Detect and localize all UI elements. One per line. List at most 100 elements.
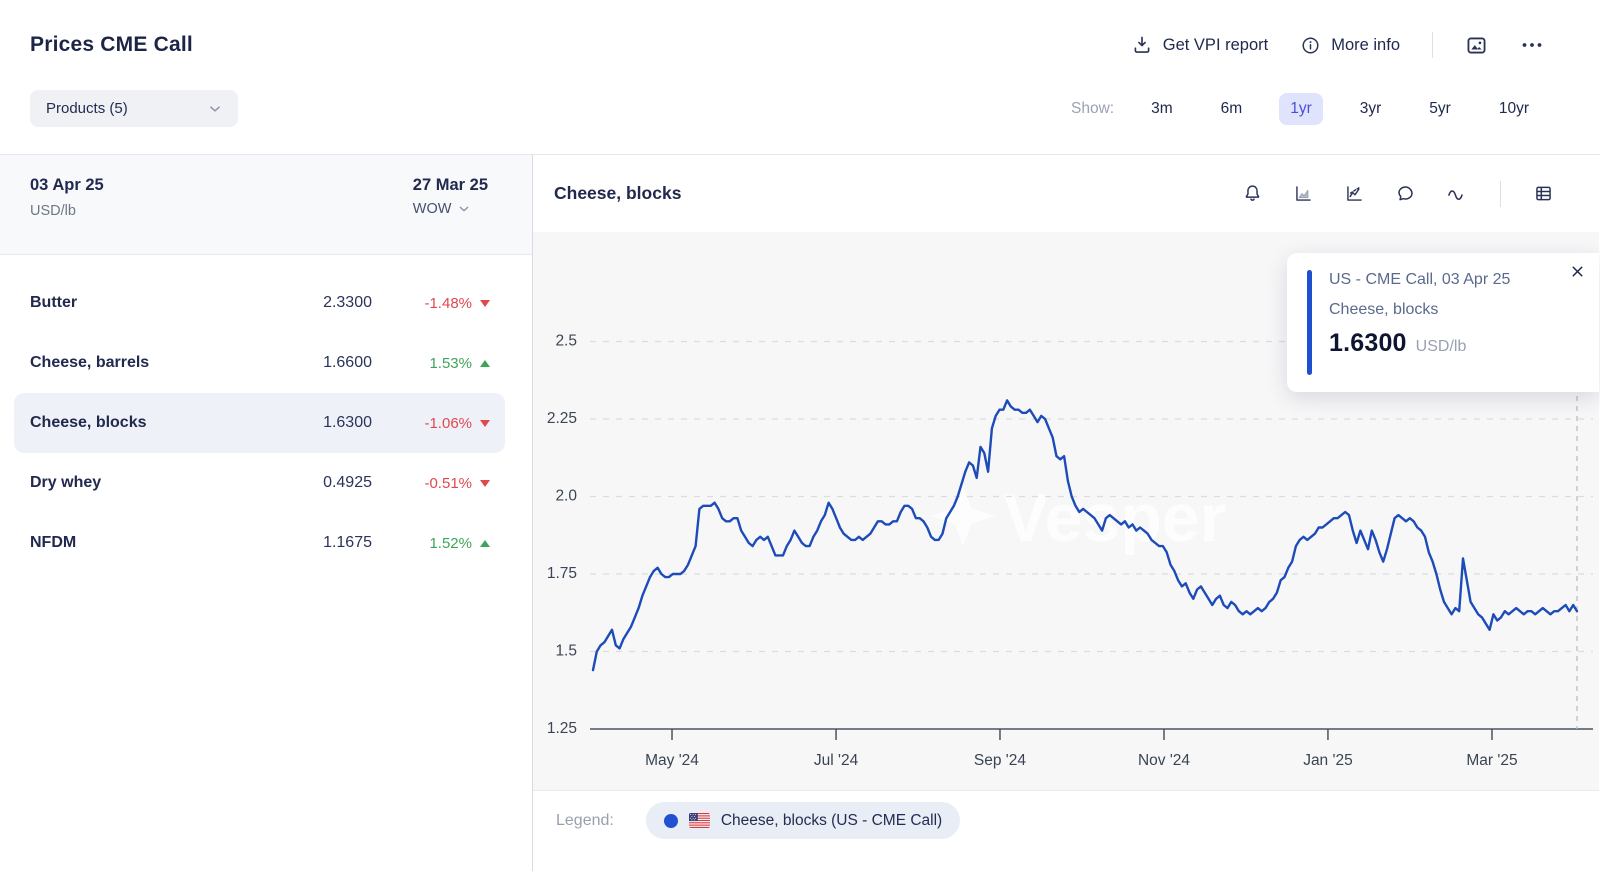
triangle-down-icon [480, 300, 490, 307]
change-percent: -1.48% [424, 295, 472, 312]
area-chart-icon [1293, 183, 1314, 204]
range-3m[interactable]: 3m [1140, 93, 1184, 125]
triangle-down-icon [480, 420, 490, 427]
topbar-divider [1432, 32, 1433, 58]
range-10yr[interactable]: 10yr [1488, 93, 1540, 125]
chart-title: Cheese, blocks [554, 183, 681, 204]
image-icon [1465, 34, 1488, 57]
wave-icon [1446, 183, 1468, 205]
product-name: Cheese, blocks [30, 414, 262, 432]
header-right: 27 Mar 25 WOW [413, 176, 488, 254]
product-name: Dry whey [30, 474, 262, 492]
chart-header: Cheese, blocks [533, 155, 1599, 232]
comments-button[interactable] [1395, 183, 1416, 204]
x-tick-label: Sep '24 [974, 752, 1026, 769]
topbar-actions: Get VPI report More info [1131, 32, 1544, 58]
wow-dropdown[interactable]: WOW [413, 201, 473, 217]
product-price: 2.3300 [262, 294, 372, 312]
range-1yr[interactable]: 1yr [1279, 93, 1323, 125]
range-5yr[interactable]: 5yr [1418, 93, 1462, 125]
more-info-label: More info [1331, 36, 1400, 55]
product-name: NFDM [30, 534, 262, 552]
alert-button[interactable] [1242, 183, 1263, 204]
y-tick-label: 1.75 [547, 565, 577, 582]
product-name: Butter [30, 294, 262, 312]
chart-area: Vesper2.52.252.01.751.51.25May '24Jul '2… [533, 232, 1599, 790]
more-info-button[interactable]: More info [1300, 35, 1400, 56]
tooltip-source-date: US - CME Call, 03 Apr 25 [1329, 270, 1581, 291]
table-row-nfdm[interactable]: NFDM1.16751.52% [14, 513, 505, 573]
legend-item-label: Cheese, blocks (US - CME Call) [721, 812, 942, 830]
unit-label: USD/lb [30, 203, 104, 219]
y-tick-label: 2.0 [555, 488, 577, 505]
current-date: 03 Apr 25 [30, 176, 104, 195]
more-options-button[interactable] [1520, 33, 1544, 57]
product-price: 1.1675 [262, 534, 372, 552]
filter-bar: Products (5) Show: 3m 6m 1yr 3yr 5yr 10yr [0, 90, 1600, 155]
product-name: Cheese, barrels [30, 354, 262, 372]
bell-icon [1242, 183, 1263, 204]
range-selector: Show: 3m 6m 1yr 3yr 5yr 10yr [1071, 90, 1540, 127]
toolbar-divider [1500, 181, 1501, 207]
chevron-down-icon [456, 201, 472, 217]
topbar: Prices CME Call Get VPI report More info [0, 0, 1600, 90]
chevron-down-icon [206, 100, 224, 118]
line-chart-button[interactable] [1344, 183, 1365, 204]
tooltip-close-button[interactable] [1569, 263, 1586, 280]
main-content: 03 Apr 25 USD/lb 27 Mar 25 WOW Butter2.3… [0, 155, 1600, 871]
tooltip-accent-bar [1307, 270, 1312, 375]
page-title: Prices CME Call [30, 33, 193, 57]
close-icon [1569, 263, 1586, 280]
vesper-watermark: Vesper [931, 480, 1226, 556]
x-tick-label: May '24 [645, 752, 699, 769]
get-vpi-report-button[interactable]: Get VPI report [1131, 34, 1268, 56]
product-change: -1.06% [372, 415, 490, 432]
comparison-date: 27 Mar 25 [413, 176, 488, 195]
triangle-down-icon [480, 480, 490, 487]
legend-item-cheese-blocks[interactable]: Cheese, blocks (US - CME Call) [646, 802, 960, 839]
products-list: Butter2.3300-1.48%Cheese, barrels1.66001… [0, 255, 532, 573]
tooltip-value-row: 1.6300 USD/lb [1329, 329, 1581, 358]
range-3yr[interactable]: 3yr [1349, 93, 1393, 125]
us-flag-icon [689, 813, 710, 828]
triangle-up-icon [480, 360, 490, 367]
table-view-button[interactable] [1533, 183, 1554, 204]
products-panel: 03 Apr 25 USD/lb 27 Mar 25 WOW Butter2.3… [0, 155, 533, 871]
info-icon [1300, 35, 1321, 56]
snapshot-button[interactable] [1465, 34, 1488, 57]
legend-row: Legend: [556, 802, 960, 839]
smoothing-button[interactable] [1446, 183, 1468, 205]
table-row-cheese-barrels[interactable]: Cheese, barrels1.66001.53% [14, 333, 505, 393]
x-tick-label: Jul '24 [814, 752, 859, 769]
ellipsis-icon [1520, 33, 1544, 57]
series-color-dot [664, 814, 678, 828]
chart-toolbar [1242, 181, 1554, 207]
product-price: 0.4925 [262, 474, 372, 492]
table-row-cheese-blocks[interactable]: Cheese, blocks1.6300-1.06% [14, 393, 505, 453]
line-chart-icon [1344, 183, 1365, 204]
tooltip-product: Cheese, blocks [1329, 300, 1581, 321]
change-percent: -0.51% [424, 475, 472, 492]
table-row-dry-whey[interactable]: Dry whey0.4925 -0.51% [14, 453, 505, 513]
comment-icon [1395, 183, 1416, 204]
product-price: 1.6600 [262, 354, 372, 372]
triangle-up-icon [480, 540, 490, 547]
get-vpi-report-label: Get VPI report [1163, 36, 1268, 55]
range-6m[interactable]: 6m [1210, 93, 1254, 125]
x-tick-label: Nov '24 [1138, 752, 1190, 769]
download-icon [1131, 34, 1153, 56]
y-tick-label: 1.25 [547, 720, 577, 737]
products-dropdown-label: Products (5) [46, 100, 128, 117]
change-percent: -1.06% [424, 415, 472, 432]
legend-label: Legend: [556, 812, 614, 830]
legend-bar: Legend: [533, 790, 1599, 871]
x-tick-label: Mar '25 [1466, 752, 1517, 769]
show-label: Show: [1071, 100, 1114, 118]
y-tick-label: 1.5 [555, 643, 577, 660]
table-icon [1533, 183, 1554, 204]
table-row-butter[interactable]: Butter2.3300 -1.48% [14, 273, 505, 333]
products-dropdown[interactable]: Products (5) [30, 90, 238, 127]
area-chart-button[interactable] [1293, 183, 1314, 204]
chart-tooltip: US - CME Call, 03 Apr 25 Cheese, blocks … [1287, 253, 1599, 392]
product-change: 1.52% [372, 535, 490, 552]
